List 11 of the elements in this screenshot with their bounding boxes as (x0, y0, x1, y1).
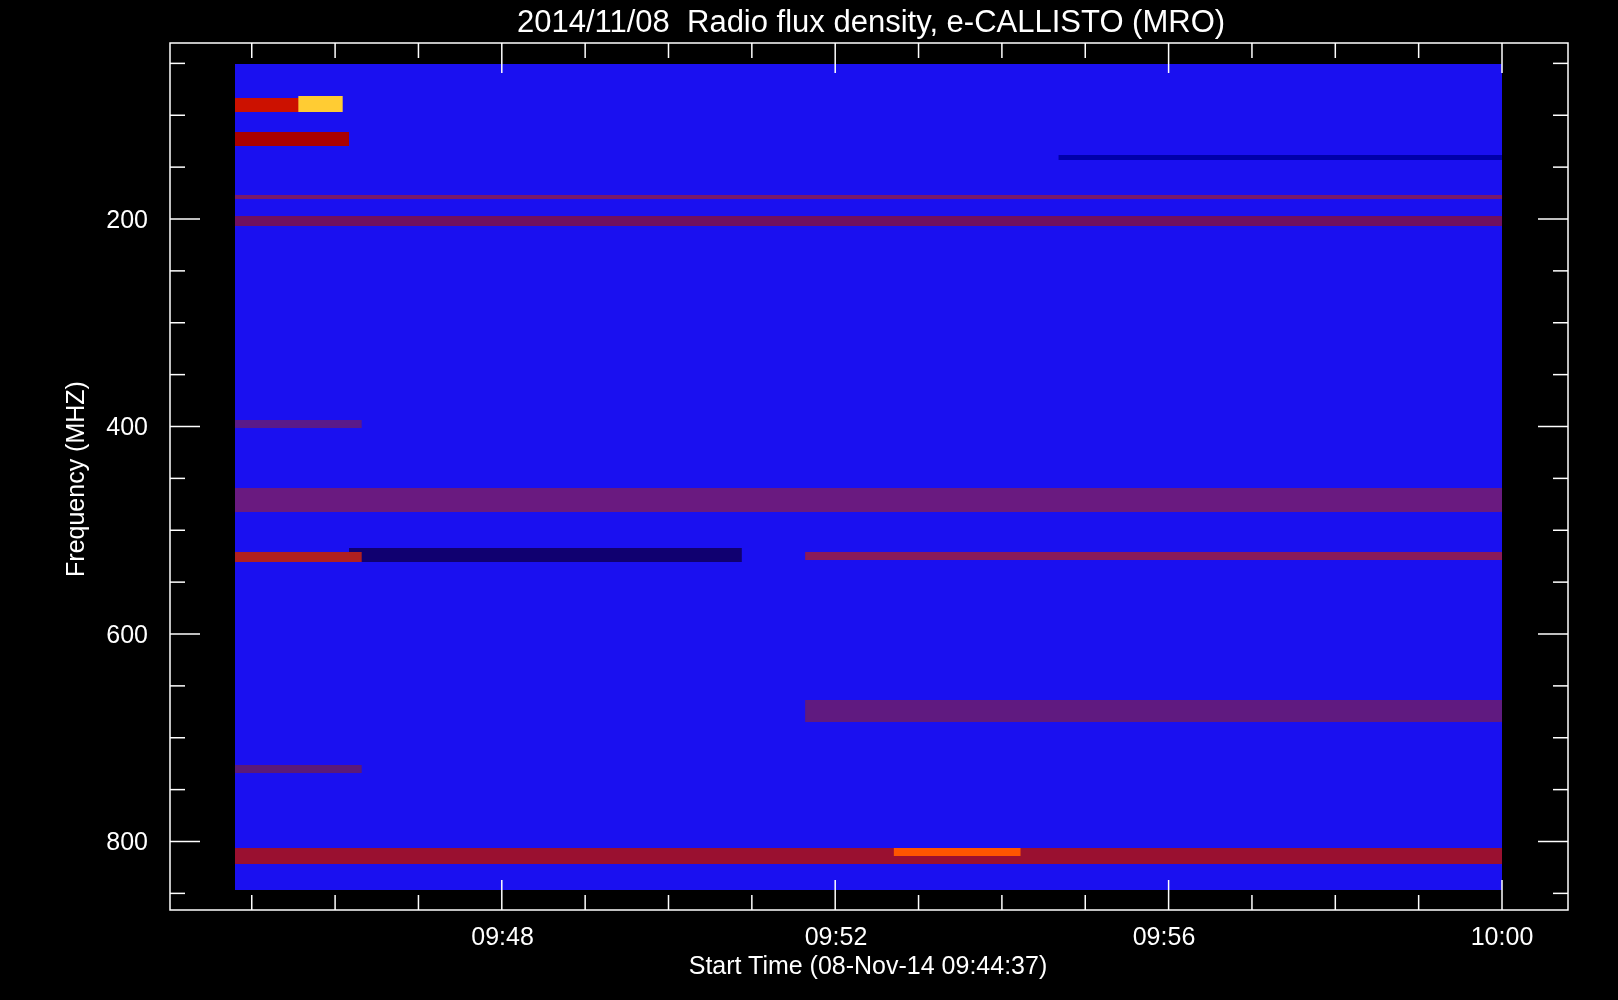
x-tick-label: 09:52 (804, 922, 868, 950)
x-axis-label: Start Time (08-Nov-14 09:44:37) (688, 951, 1048, 979)
y-tick-label: 600 (106, 620, 148, 648)
x-tick-label: 10:00 (1470, 922, 1534, 950)
plot-title: 2014/11/08 Radio flux density, e-CALLISTO (MRO) (516, 4, 1226, 39)
y-tick-label: 400 (106, 412, 148, 440)
x-tick-label: 09:56 (1132, 922, 1196, 950)
x-tick-label: 09:48 (471, 922, 534, 950)
y-tick-label: 200 (106, 205, 148, 233)
y-tick-label: 800 (106, 827, 148, 855)
y-axis-label: Frequency (MHZ) (61, 381, 89, 577)
